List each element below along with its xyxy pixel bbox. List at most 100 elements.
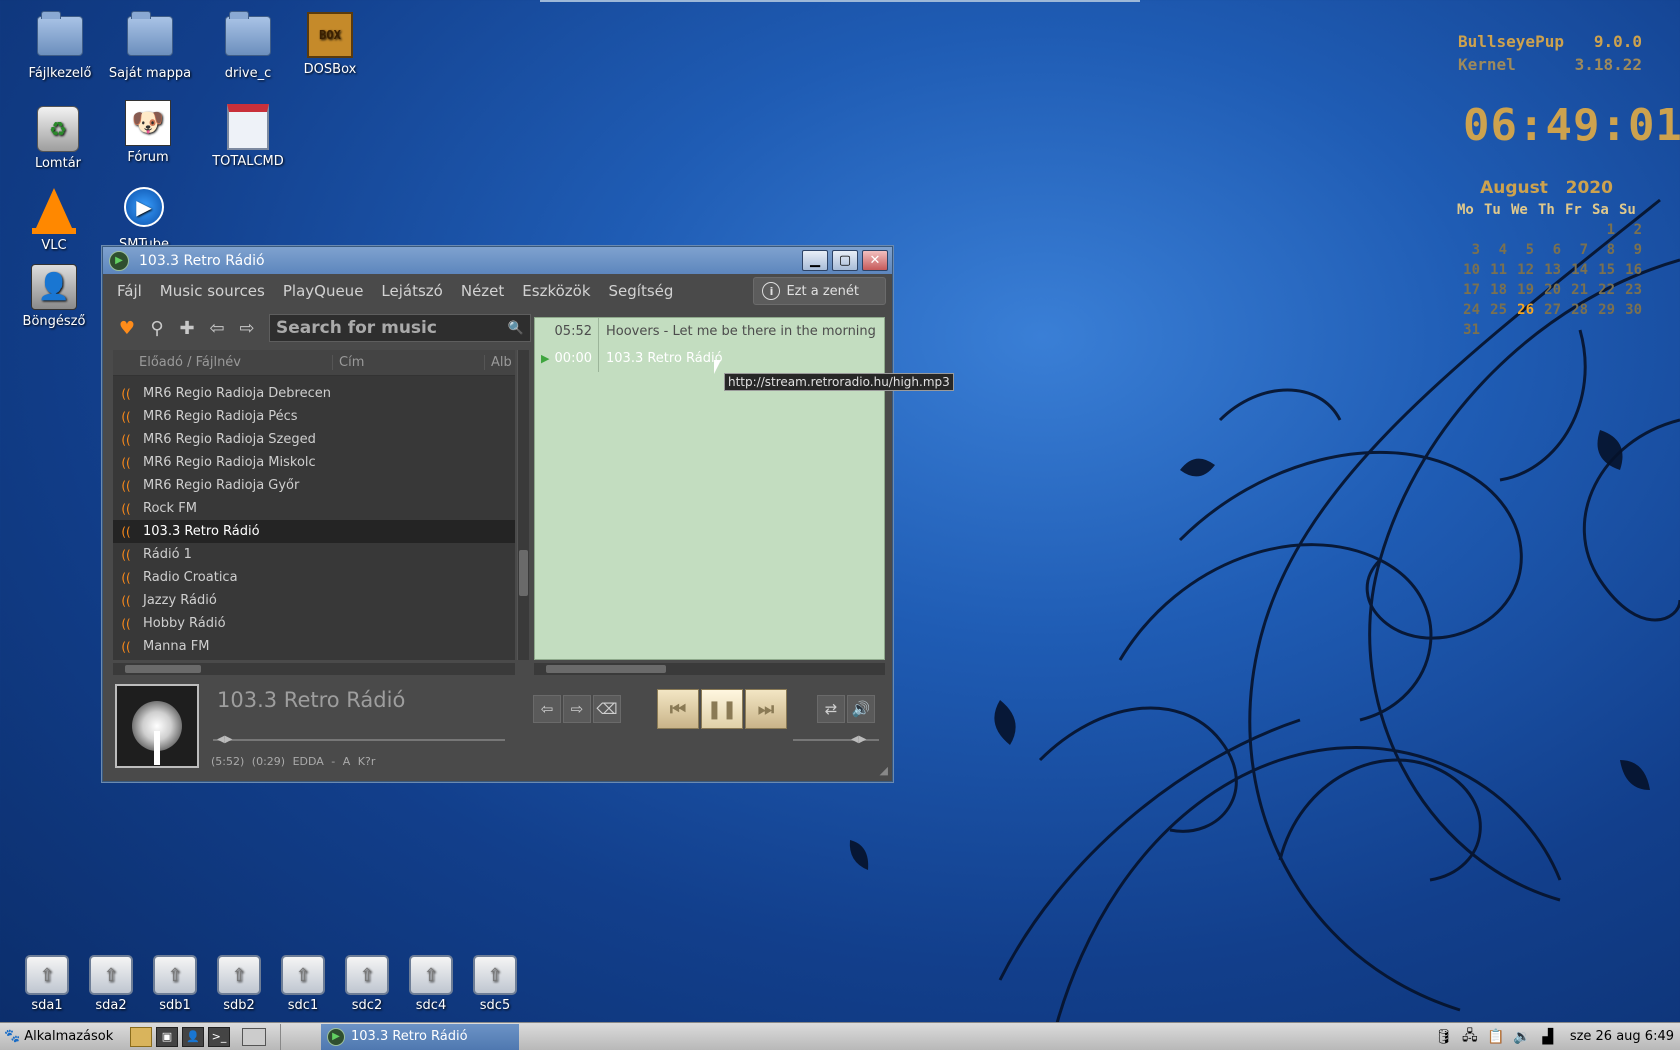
drive-icon-sdb1[interactable]: ⇧ sdb1 bbox=[150, 955, 200, 1013]
list-item[interactable]: ((Radio Croatica bbox=[113, 566, 515, 589]
move-right-icon[interactable]: ⇨ bbox=[563, 695, 591, 723]
add-icon[interactable]: ✚ bbox=[173, 314, 201, 342]
network-tray-icon[interactable]: 🖧 bbox=[1460, 1027, 1480, 1047]
shuffle-icon[interactable]: ⇄ bbox=[817, 695, 845, 723]
list-item[interactable]: ((MR6 Regio Radioja Debrecen bbox=[113, 382, 515, 405]
list-item[interactable]: ((MR6 Regio Radioja Szeged bbox=[113, 428, 515, 451]
calendar-day: 4 bbox=[1498, 242, 1507, 258]
list-item[interactable]: ((Jazzy Rádió bbox=[113, 589, 515, 612]
desktop-icon-file-manager[interactable]: Fájlkezelő bbox=[10, 11, 110, 81]
list-item[interactable]: ((MR6 Regio Radioja Pécs bbox=[113, 405, 515, 428]
pause-button[interactable]: ❚❚ bbox=[701, 689, 743, 729]
station-list-vscrollbar[interactable] bbox=[517, 350, 529, 660]
list-item[interactable]: ((MR6 Regio Radioja Miskolc bbox=[113, 451, 515, 474]
maximize-button[interactable]: ▢ bbox=[832, 250, 858, 271]
drive-label: sdc4 bbox=[415, 998, 447, 1013]
station-name: 103.3 Retro Rádió bbox=[143, 524, 260, 539]
desktop-icon-vlc[interactable]: VLC bbox=[4, 186, 104, 253]
volume-slider[interactable]: ◀▶ bbox=[793, 734, 879, 745]
close-button[interactable]: ✕ bbox=[862, 250, 888, 271]
favorite-heart-icon[interactable]: ♥ bbox=[113, 314, 141, 342]
search-magnifier-icon[interactable]: ⚲ bbox=[143, 314, 171, 342]
drive-icon-sdc4[interactable]: ⇧ sdc4 bbox=[406, 955, 456, 1013]
station-list-header: Előadó / Fájlnév Cím Alb bbox=[113, 350, 515, 376]
drive-icon-sdc5[interactable]: ⇧ sdc5 bbox=[470, 955, 520, 1013]
conky-calendar: August 2020 Mo Tu We Th Fr Sa Su 1 2 3 4 5 6 7 8 9 10 11 1… bbox=[1457, 178, 1646, 338]
start-menu-button[interactable]: 🐾 Alkalmazások bbox=[0, 1029, 130, 1044]
drive-icon-sdc1[interactable]: ⇧ sdc1 bbox=[278, 955, 328, 1013]
console-launcher-icon[interactable]: >_ bbox=[208, 1026, 230, 1047]
desktop-icon-dosbox[interactable]: BOX DOSBox bbox=[280, 12, 380, 77]
menu-help[interactable]: Segítség bbox=[609, 282, 674, 300]
list-item-selected[interactable]: (( 103.3 Retro Rádió bbox=[113, 520, 515, 543]
radio-stream-icon: (( bbox=[121, 455, 131, 470]
clear-queue-broom-icon[interactable]: ⌫ bbox=[593, 695, 621, 723]
menu-playqueue[interactable]: PlayQueue bbox=[283, 282, 364, 300]
list-item[interactable]: ((Manna FM bbox=[113, 635, 515, 658]
scroll-thumb[interactable] bbox=[519, 550, 528, 596]
desktop-icon-totalcmd[interactable]: TOTALCMD bbox=[198, 104, 298, 169]
vlc-cone-icon bbox=[32, 188, 76, 234]
volume-tray-icon[interactable]: 🔉 bbox=[1512, 1027, 1532, 1047]
taskbar-window-button[interactable]: ▶ 103.3 Retro Rádió bbox=[321, 1023, 519, 1050]
playing-indicator-icon: ▶ bbox=[541, 352, 550, 365]
list-item[interactable]: ((Rock FM bbox=[113, 497, 515, 520]
seek-slider[interactable]: ◀▶ bbox=[213, 734, 505, 745]
scroll-thumb[interactable] bbox=[125, 665, 201, 673]
previous-track-button[interactable]: ⏮ bbox=[657, 689, 699, 729]
list-item[interactable]: ((Rádió 1 bbox=[113, 543, 515, 566]
move-left-icon[interactable]: ⇦ bbox=[533, 695, 561, 723]
drive-icon-sdc2[interactable]: ⇧ sdc2 bbox=[342, 955, 392, 1013]
user-launcher-icon[interactable]: 👤 bbox=[182, 1026, 204, 1047]
taskbar-window-label: 103.3 Retro Rádió bbox=[351, 1029, 468, 1044]
column-title[interactable]: Cím bbox=[333, 355, 485, 370]
calendar-today: 26 bbox=[1517, 302, 1534, 318]
list-item[interactable]: ((MR6 Regio Radioja Győr bbox=[113, 474, 515, 497]
column-artist-filename[interactable]: Előadó / Fájlnév bbox=[113, 355, 333, 370]
drive-icon-sda2[interactable]: ⇧ sda2 bbox=[86, 955, 136, 1013]
next-track-button[interactable]: ⏭ bbox=[745, 689, 787, 729]
desktop-icon-label: Lomtár bbox=[34, 156, 82, 171]
track-info-button[interactable]: i Ezt a zenét bbox=[753, 277, 886, 305]
list-item[interactable]: ((Hobby Rádió bbox=[113, 612, 515, 635]
playqueue-row[interactable]: 05:52 Hoovers - Let me be there in the m… bbox=[535, 318, 884, 345]
menu-tools[interactable]: Eszközök bbox=[522, 282, 590, 300]
cpu-monitor-tray-icon[interactable]: ▟ bbox=[1538, 1027, 1558, 1047]
drive-icon-sdb2[interactable]: ⇧ sdb2 bbox=[214, 955, 264, 1013]
file-manager-launcher-icon[interactable] bbox=[130, 1026, 152, 1047]
minimize-button[interactable]: ▁ bbox=[802, 250, 828, 271]
menu-player[interactable]: Lejátszó bbox=[381, 282, 442, 300]
drive-icon-sda1[interactable]: ⇧ sda1 bbox=[22, 955, 72, 1013]
radio-stream-icon: (( bbox=[121, 524, 131, 539]
desktop-icon-home-folder[interactable]: Saját mappa bbox=[100, 11, 200, 81]
music-search-input[interactable]: Search for music 🔍 bbox=[269, 314, 531, 342]
terminal-launcher-icon[interactable]: ▣ bbox=[156, 1026, 178, 1047]
menu-view[interactable]: Nézet bbox=[461, 282, 504, 300]
volume-speaker-icon[interactable]: 🔊 bbox=[847, 695, 875, 723]
desktop-icon-trash[interactable]: ♻ Lomtár bbox=[8, 106, 108, 171]
resize-grip-icon[interactable]: ◢ bbox=[880, 764, 888, 777]
desktop-icon-browser[interactable]: 👤 Böngésző bbox=[4, 264, 104, 329]
back-arrow-icon[interactable]: ⇦ bbox=[203, 314, 231, 342]
show-desktop-button[interactable] bbox=[242, 1027, 266, 1046]
menu-file[interactable]: Fájl bbox=[117, 282, 142, 300]
clipboard-tray-icon[interactable]: 📋 bbox=[1486, 1027, 1506, 1047]
forward-arrow-icon[interactable]: ⇨ bbox=[233, 314, 261, 342]
column-album[interactable]: Alb bbox=[485, 355, 512, 370]
taskbar-clock[interactable]: sze 26 aug 6:49 bbox=[1570, 1029, 1674, 1044]
seek-handle[interactable]: ◀▶ bbox=[217, 734, 232, 746]
taskbar-separator bbox=[280, 1023, 281, 1050]
storage-tray-icon[interactable]: 🛢 bbox=[1434, 1027, 1454, 1047]
track-title: 103.3 Retro Rádió bbox=[606, 351, 723, 366]
window-titlebar[interactable]: ▶ 103.3 Retro Rádió ▁ ▢ ✕ bbox=[103, 247, 892, 274]
station-list-hscrollbar[interactable] bbox=[113, 663, 515, 675]
playqueue-hscrollbar[interactable] bbox=[534, 663, 885, 675]
playqueue-row-playing[interactable]: ▶ 00:00 103.3 Retro Rádió bbox=[535, 345, 884, 372]
desktop-icon-smtube[interactable]: ▶ SMTube bbox=[94, 184, 194, 252]
taskbar: 🐾 Alkalmazások ▣ 👤 >_ ▶ 103.3 Retro Rádi… bbox=[0, 1022, 1680, 1050]
music-player-window[interactable]: ▶ 103.3 Retro Rádió ▁ ▢ ✕ Fájl Music sou… bbox=[102, 246, 893, 782]
volume-handle[interactable]: ◀▶ bbox=[851, 734, 866, 746]
menu-music-sources[interactable]: Music sources bbox=[160, 282, 265, 300]
scroll-thumb[interactable] bbox=[546, 665, 666, 673]
desktop-icon-forum[interactable]: 🐶 Fórum bbox=[98, 100, 198, 165]
